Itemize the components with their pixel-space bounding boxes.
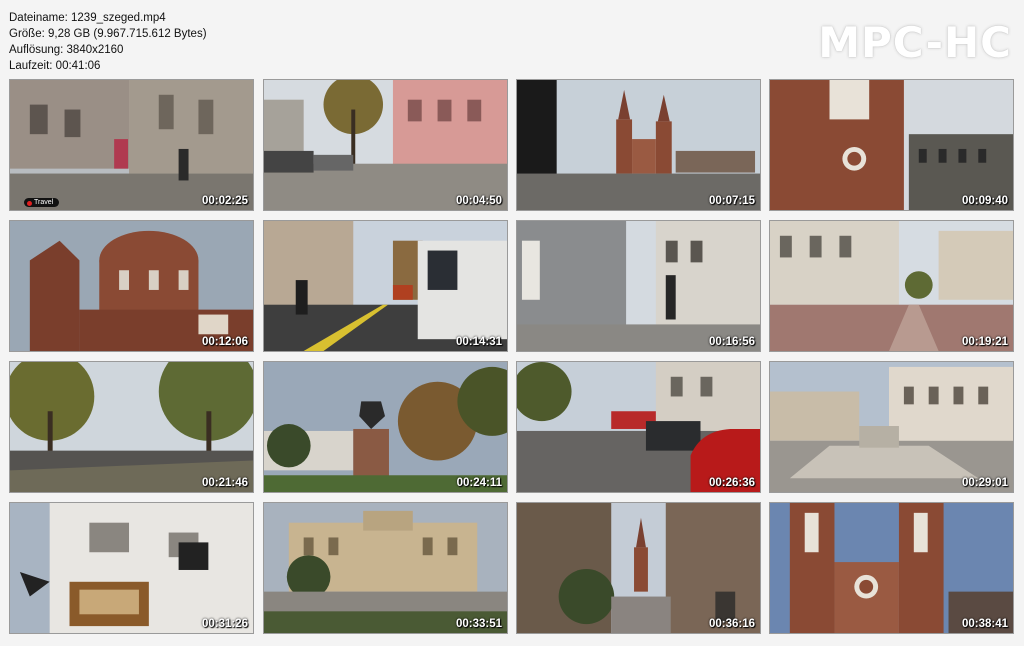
statue-square-image (264, 362, 507, 492)
thumbnail-timestamp: 00:19:21 (961, 336, 1008, 348)
cathedral-tower-image (770, 80, 1013, 210)
thumbnail-timestamp: 00:14:31 (455, 336, 502, 348)
file-info-panel: Dateiname: 1239_szeged.mp4 Größe: 9,28 G… (9, 10, 207, 74)
thumbnail[interactable]: 00:36:16 (516, 502, 761, 634)
street-scaffold-image (517, 221, 760, 351)
thumbnail[interactable]: 00:29:01 (769, 361, 1014, 493)
thumbnail[interactable]: 00:12:06 (9, 220, 254, 352)
travel-badge: Travel (24, 198, 60, 207)
thumbnail[interactable]: 00:21:46 (9, 361, 254, 493)
church-dome-image (10, 221, 253, 351)
street-scene-image (264, 80, 507, 210)
thumbnail-timestamp: 00:33:51 (455, 618, 502, 630)
thumbnail[interactable]: 00:14:31 (263, 220, 508, 352)
cafe-building-image (10, 503, 253, 633)
thumbnail-timestamp: 00:29:01 (961, 477, 1008, 489)
university-building-image (264, 503, 507, 633)
thumbnail[interactable]: 00:16:56 (516, 220, 761, 352)
street-red-car-image (517, 362, 760, 492)
duration-text: Laufzeit: 00:41:06 (9, 60, 101, 72)
cathedral-scene-image (517, 80, 760, 210)
thumbnail-timestamp: 00:24:11 (456, 477, 502, 489)
narrow-street-spire-image (517, 503, 760, 633)
park-avenue-image (10, 362, 253, 492)
thumbnail-timestamp: 00:12:06 (201, 336, 248, 348)
thumbnail-timestamp: 00:38:41 (961, 618, 1008, 630)
votive-church-image (770, 503, 1013, 633)
thumbnail-timestamp: 00:09:40 (961, 195, 1008, 207)
thumbnail[interactable]: 00:26:36 (516, 361, 761, 493)
thumbnail[interactable]: Travel 00:02:25 (9, 79, 254, 211)
thumbnail-timestamp: 00:31:26 (201, 618, 248, 630)
mpc-hc-logo: MPC-HC (818, 18, 1012, 67)
thumbnail[interactable]: 00:19:21 (769, 220, 1014, 352)
thumbnail-timestamp: 00:16:56 (708, 336, 755, 348)
pedestrian-street-image (770, 221, 1013, 351)
fountain-plaza-image (770, 362, 1013, 492)
thumbnail[interactable]: 00:38:41 (769, 502, 1014, 634)
street-scene-image (10, 80, 253, 210)
resolution-text: Auflösung: 3840x2160 (9, 44, 124, 56)
thumbnail-timestamp: 00:26:36 (708, 477, 755, 489)
thumbnail[interactable]: 00:07:15 (516, 79, 761, 211)
thumbnail-timestamp: 00:02:25 (201, 195, 248, 207)
thumbnail-timestamp: 00:04:50 (455, 195, 502, 207)
thumbnail-grid: Travel 00:02:25 00:04:50 00:07:15 00:09:… (9, 79, 1015, 636)
filename-text: Dateiname: 1239_szeged.mp4 (9, 12, 166, 24)
thumbnail-timestamp: 00:07:15 (708, 195, 755, 207)
street-van-image (264, 221, 507, 351)
filesize-text: Größe: 9,28 GB (9.967.715.612 Bytes) (9, 28, 207, 40)
thumbnail[interactable]: 00:04:50 (263, 79, 508, 211)
thumbnail[interactable]: 00:31:26 (9, 502, 254, 634)
thumbnail-timestamp: 00:21:46 (201, 477, 248, 489)
thumbnail[interactable]: 00:33:51 (263, 502, 508, 634)
thumbnail[interactable]: 00:24:11 (263, 361, 508, 493)
thumbnail-timestamp: 00:36:16 (708, 618, 755, 630)
thumbnail[interactable]: 00:09:40 (769, 79, 1014, 211)
